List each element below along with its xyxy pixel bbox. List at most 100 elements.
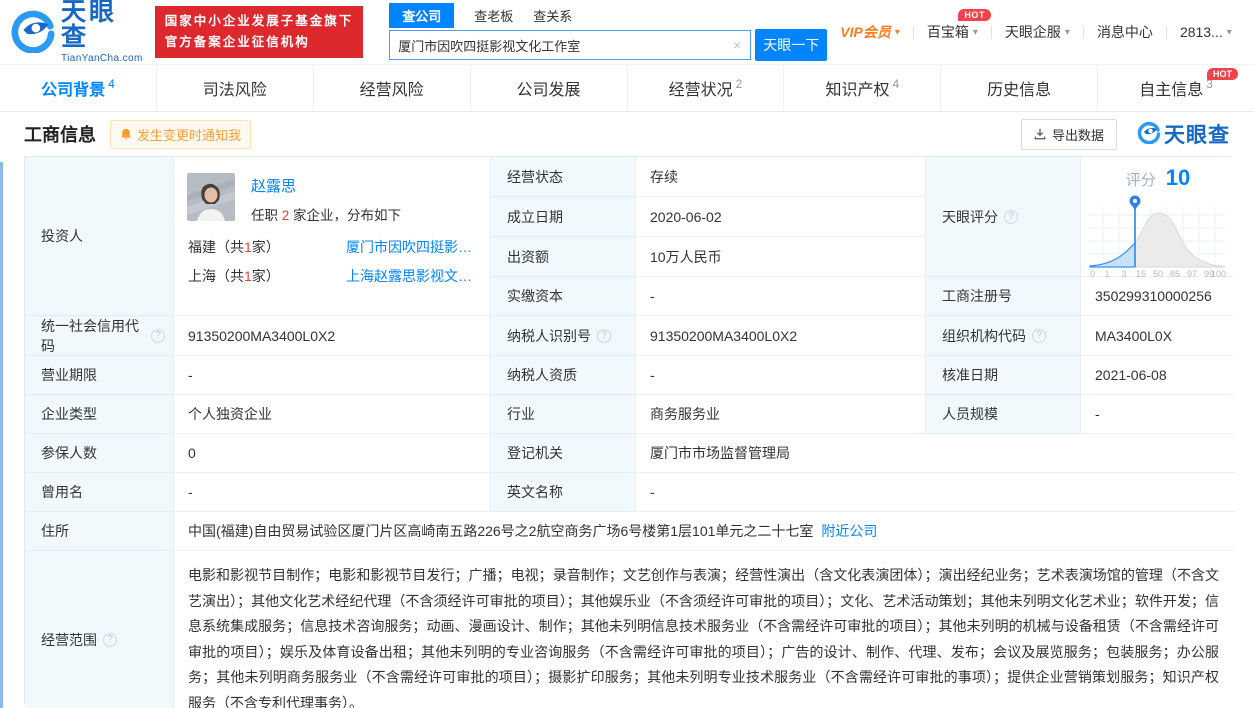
search-input[interactable] xyxy=(390,37,725,53)
investor-name-link[interactable]: 赵露思 xyxy=(251,175,296,196)
score-prefix: 评分 xyxy=(1125,172,1156,189)
tenure-suffix: 家企业，分布如下 xyxy=(293,208,402,223)
clear-icon[interactable]: × xyxy=(724,37,750,53)
tab-count: 4 xyxy=(108,77,115,91)
tab-judicial-risk[interactable]: 司法风险 xyxy=(157,65,314,111)
authority-value: 厦门市市场监督管理局 xyxy=(636,434,1235,473)
export-button-label: 导出数据 xyxy=(1051,127,1104,143)
hot-badge: HOT xyxy=(1207,68,1238,80)
search-tab-relations[interactable]: 查关系 xyxy=(533,6,572,25)
section-title: 工商信息 xyxy=(24,125,96,145)
top-nav: VIP会员 ▾ HOT 百宝箱 ▾ 天眼企服 ▾ 消息中心 2813... ▾ xyxy=(827,9,1245,42)
company-section-tabs: 公司背景 4 司法风险 经营风险 公司发展 经营状况 2 知识产权 4 历史信息… xyxy=(0,64,1254,112)
notify-button-label: 发生变更时通知我 xyxy=(137,127,242,143)
investor-avatar[interactable] xyxy=(187,173,235,221)
nav-enterprise-services[interactable]: 天眼企服 ▾ xyxy=(992,22,1083,42)
tab-history-info[interactable]: 历史信息 xyxy=(941,65,1099,111)
help-icon[interactable]: ? xyxy=(597,328,611,343)
address-value: 中国(福建)自由贸易试验区厦门片区高崎南五路226号之2航空商务广场6号楼第1层… xyxy=(188,523,814,539)
messages-label: 消息中心 xyxy=(1096,24,1153,40)
search-tab-company[interactable]: 查公司 xyxy=(389,2,455,28)
help-icon[interactable]: ? xyxy=(1004,209,1018,224)
regno-label: 工商注册号 xyxy=(926,277,1081,316)
tenure-count: 2 xyxy=(281,208,290,223)
notify-on-change-button[interactable]: 发生变更时通知我 xyxy=(110,119,252,149)
tab-count: 4 xyxy=(892,77,900,91)
score-chart-cell: 评分 10 0 1 3 15 50 85 97 99 100 xyxy=(1081,157,1235,279)
taxid-label: 纳税人识别号 xyxy=(507,327,591,344)
scope-value: 电影和影视节目制作；电影和影视节目发行；广播；电视；录音制作；文艺创作与表演；经… xyxy=(174,551,1235,708)
orgcode-label-cell: 组织机构代码 ? xyxy=(926,316,1081,356)
scope-label-cell: 经营范围 ? xyxy=(25,551,174,708)
tab-label: 自主信息 xyxy=(1139,82,1204,99)
tab-operating-status[interactable]: 经营状况 2 xyxy=(628,65,785,111)
taxid-label-cell: 纳税人识别号 ? xyxy=(491,316,636,356)
nav-user-account[interactable]: 2813... ▾ xyxy=(1167,24,1245,40)
region-prefix: 上海（共 xyxy=(188,268,244,284)
term-label: 营业期限 xyxy=(25,356,174,395)
search-tabs: 查公司 查老板 查关系 xyxy=(389,2,827,28)
score-label-cell: 天眼评分 ? xyxy=(926,157,1081,277)
authority-label: 登记机关 xyxy=(491,434,636,473)
established-value: 2020-06-02 xyxy=(636,197,926,237)
taxqual-label: 纳税人资质 xyxy=(491,356,636,395)
help-icon[interactable]: ? xyxy=(1032,328,1046,343)
capital-label: 出资额 xyxy=(491,237,636,277)
list-item: 福建（共1家） 厦门市因吹四挺影视... xyxy=(188,237,478,257)
score-marker-pin-dot xyxy=(1133,199,1137,203)
nearby-companies-link[interactable]: 附近公司 xyxy=(821,521,877,541)
orgcode-label: 组织机构代码 xyxy=(942,327,1026,344)
tab-intellectual-property[interactable]: 知识产权 4 xyxy=(784,65,942,111)
nav-toolbox[interactable]: HOT 百宝箱 ▾ xyxy=(914,9,991,42)
nav-vip[interactable]: VIP会员 ▾ xyxy=(827,22,913,42)
uscc-label-cell: 统一社会信用代码 ? xyxy=(25,316,174,356)
top-header: 天眼查 TianYanCha.com 国家中小企业发展子基金旗下 官方备案企业征… xyxy=(0,0,1254,64)
user-label: 2813... xyxy=(1179,24,1223,40)
hot-badge: HOT xyxy=(958,9,991,21)
left-scroll-indicator xyxy=(0,162,3,708)
staff-value: - xyxy=(1081,395,1235,434)
taxqual-value: - xyxy=(636,356,926,395)
export-data-button[interactable]: 导出数据 xyxy=(1020,118,1117,150)
industry-label: 行业 xyxy=(491,395,636,434)
tianyancha-logo-icon xyxy=(1137,120,1161,149)
search-area: 查公司 查老板 查关系 × 天眼一下 xyxy=(389,2,828,61)
status-value: 存续 xyxy=(636,157,926,197)
established-label: 成立日期 xyxy=(491,197,636,237)
uscc-label: 统一社会信用代码 xyxy=(41,317,139,354)
search-button[interactable]: 天眼一下 xyxy=(755,29,828,61)
investor-tenure: 任职 2 家企业，分布如下 xyxy=(251,204,401,224)
help-icon[interactable]: ? xyxy=(103,632,117,647)
related-company-link[interactable]: 上海赵露思影视文化... xyxy=(346,266,478,286)
tab-label: 公司背景 xyxy=(41,82,106,99)
search-tab-boss[interactable]: 查老板 xyxy=(474,6,513,25)
related-company-link[interactable]: 厦门市因吹四挺影视... xyxy=(346,237,478,257)
tab-self-published-info[interactable]: 自主信息 3 HOT xyxy=(1098,65,1254,111)
regno-value: 350299310000256 xyxy=(1081,277,1235,316)
list-item: 上海（共1家） 上海赵露思影视文化... xyxy=(188,266,478,286)
help-icon[interactable]: ? xyxy=(151,328,165,343)
chevron-down-icon: ▾ xyxy=(894,26,900,38)
insured-value: 0 xyxy=(174,434,491,473)
formername-value: - xyxy=(174,473,491,512)
score-value: 10 xyxy=(1165,165,1191,190)
approved-value: 2021-06-08 xyxy=(1081,356,1235,395)
tab-company-background[interactable]: 公司背景 4 xyxy=(0,65,157,111)
score-header: 评分 10 xyxy=(1087,165,1229,191)
gov-badge-line1: 国家中小企业发展子基金旗下 xyxy=(164,13,354,28)
gov-badge-line2: 官方备案企业征信机构 xyxy=(164,35,310,49)
watermark-text: 天眼查 xyxy=(1164,124,1230,147)
tab-operating-risk[interactable]: 经营风险 xyxy=(314,65,471,111)
investor-cell: 赵露思 任职 2 家企业，分布如下 福建（共1家） 厦门市因吹四挺影视... 上… xyxy=(174,157,491,316)
bell-icon xyxy=(120,128,132,141)
nav-message-center[interactable]: 消息中心 xyxy=(1084,22,1166,42)
search-bar: × 天眼一下 xyxy=(389,29,828,61)
region-count: 1 xyxy=(244,268,252,284)
score-distribution-chart: 0 1 3 15 50 85 97 99 100 xyxy=(1088,195,1227,279)
region-count: 1 xyxy=(244,239,252,255)
tab-label: 司法风险 xyxy=(202,82,267,99)
tab-company-development[interactable]: 公司发展 xyxy=(471,65,628,111)
vip-label: VIP会员 xyxy=(840,24,891,40)
tianyancha-logo[interactable]: 天眼查 TianYanCha.com xyxy=(10,0,143,64)
search-input-box: × xyxy=(389,30,752,60)
